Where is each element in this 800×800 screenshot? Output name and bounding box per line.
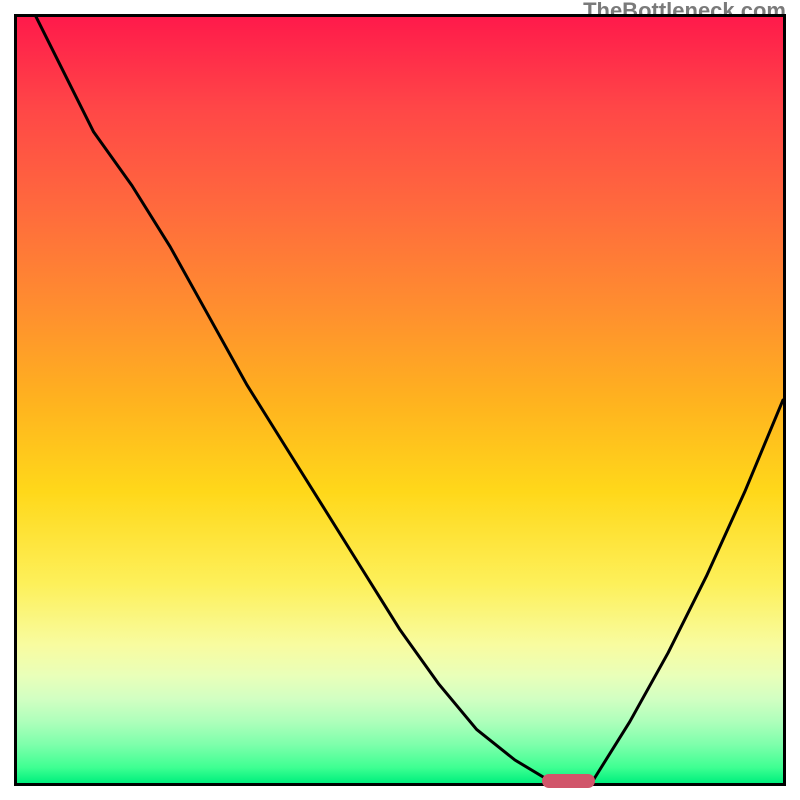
plot-area bbox=[14, 14, 786, 786]
optimum-marker bbox=[542, 774, 596, 788]
bottleneck-curve bbox=[17, 17, 783, 783]
chart-container: TheBottleneck.com bbox=[0, 0, 800, 800]
